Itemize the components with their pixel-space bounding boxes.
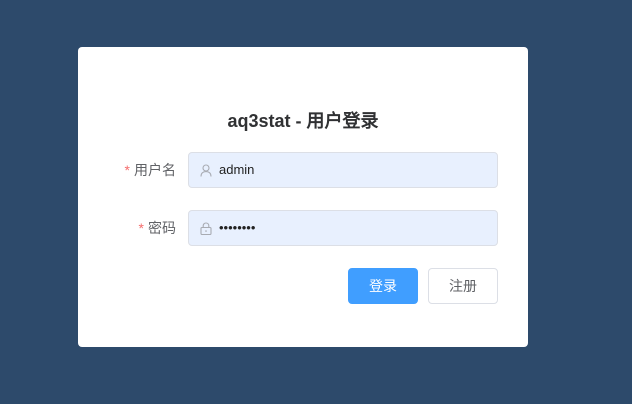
page-title: aq3stat - 用户登录: [227, 111, 379, 131]
password-label-text: 密码: [148, 220, 176, 236]
password-value: ••••••••: [219, 220, 256, 235]
login-card: aq3stat - 用户登录 * 用户名 admin * 密码 ••••••••…: [78, 47, 528, 347]
password-label: * 密码: [139, 210, 176, 246]
username-value: admin: [219, 162, 255, 177]
required-mark: *: [138, 220, 144, 236]
lock-icon: [199, 221, 213, 235]
username-row: * 用户名 admin: [78, 152, 528, 188]
username-label-text: 用户名: [134, 162, 176, 178]
username-label: * 用户名: [125, 152, 176, 188]
user-icon: [199, 163, 213, 177]
username-input[interactable]: admin: [188, 152, 498, 188]
login-button[interactable]: 登录: [348, 268, 418, 304]
password-row: * 密码 ••••••••: [78, 210, 528, 246]
password-input[interactable]: ••••••••: [188, 210, 498, 246]
register-button[interactable]: 注册: [428, 268, 498, 304]
required-mark: *: [124, 162, 130, 178]
